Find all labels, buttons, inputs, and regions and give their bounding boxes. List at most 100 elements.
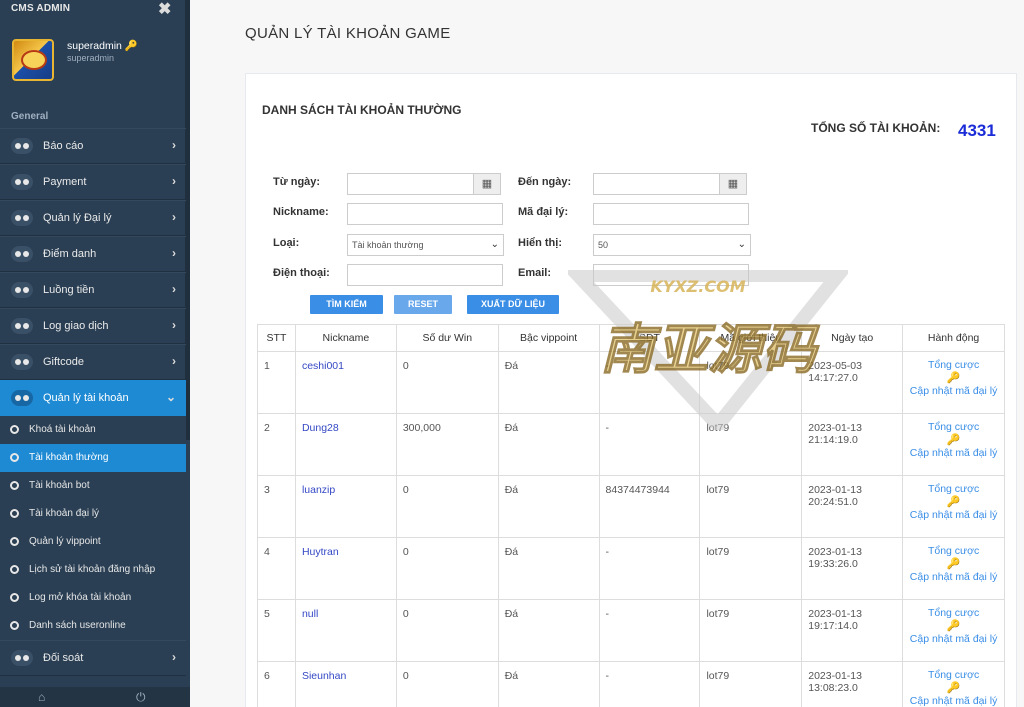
total-bet-link[interactable]: Tổng cược <box>907 483 1000 496</box>
row-stt: 5 <box>257 599 296 662</box>
key-icon: 🔑 <box>124 40 138 52</box>
section-title: General <box>11 111 49 122</box>
update-agent-link[interactable]: Cập nhật mã đại lý <box>907 447 1000 460</box>
submenu-item-tai-khoan-thuong[interactable]: Tài khoản thường <box>0 444 186 472</box>
sidebar-item-diem-danh[interactable]: Điểm danh › <box>0 236 186 272</box>
column-header: Nickname <box>294 324 397 352</box>
row-win-balance: 0 <box>395 599 499 662</box>
sidebar: CMS ADMIN ✖ superadmin 🔑 superadmin Gene… <box>0 0 190 707</box>
sidebar-item-label: Luồng tiền <box>43 284 95 296</box>
gamepad-icon <box>11 138 33 154</box>
update-agent-link[interactable]: Cập nhật mã đại lý <box>907 509 1000 522</box>
circle-icon <box>10 453 19 462</box>
update-agent-link[interactable]: Cập nhật mã đại lý <box>907 633 1000 646</box>
row-win-balance: 0 <box>395 351 499 414</box>
sidebar-item-giftcode[interactable]: Giftcode › <box>0 344 186 380</box>
key-icon: 🔑 <box>946 558 961 570</box>
row-created: 2023-01-13 13:08:23.0 <box>801 661 904 707</box>
submenu-item-tai-khoan-dai-ly[interactable]: Tài khoản đại lý <box>0 500 186 528</box>
submenu-item-tai-khoan-bot[interactable]: Tài khoản bot <box>0 472 186 500</box>
submenu-item-lich-su-dang-nhap[interactable]: Lịch sử tài khoản đăng nhập <box>0 556 186 584</box>
row-nickname[interactable]: Sieunhan <box>294 661 397 707</box>
column-header: SDT <box>598 324 701 352</box>
row-created: 2023-01-13 19:33:26.0 <box>801 537 904 600</box>
calendar-icon[interactable]: ▦ <box>719 173 747 195</box>
update-agent-link[interactable]: Cập nhật mã đại lý <box>907 695 1000 707</box>
row-referral: lot79 <box>699 599 803 662</box>
submenu-item-log-mo-khoa[interactable]: Log mở khóa tài khoản <box>0 584 186 612</box>
sidebar-item-log-giao-dich[interactable]: Log giao dịch › <box>0 308 186 344</box>
total-bet-link[interactable]: Tổng cược <box>907 359 1000 372</box>
row-actions: Tổng cược 🔑 Cập nhật mã đại lý <box>902 475 1005 538</box>
row-stt: 3 <box>257 475 296 538</box>
row-phone: - <box>598 413 701 476</box>
total-bet-link[interactable]: Tổng cược <box>907 669 1000 682</box>
avatar <box>12 39 54 81</box>
row-referral: lot79 <box>699 661 803 707</box>
calendar-icon[interactable]: ▦ <box>473 173 501 195</box>
sidebar-item-bao-cao[interactable]: Báo cáo › <box>0 128 186 164</box>
submenu-item-useronline[interactable]: Danh sách useronline <box>0 612 186 640</box>
type-select[interactable]: Tài khoản thường ⌄ <box>347 234 504 256</box>
column-header: STT <box>257 324 296 352</box>
row-nickname[interactable]: Dung28 <box>294 413 397 476</box>
row-win-balance: 0 <box>395 661 499 707</box>
circle-icon <box>10 621 19 630</box>
sidebar-item-doi-soat[interactable]: Đối soát › <box>0 640 186 676</box>
circle-icon <box>10 537 19 546</box>
reset-button[interactable]: RESET <box>394 295 452 314</box>
home-icon[interactable]: ⌂ <box>38 690 45 704</box>
show-select[interactable]: 50 ⌄ <box>593 234 751 256</box>
phone-input[interactable] <box>347 264 503 286</box>
submenu-item-khoa-tai-khoan[interactable]: Khoá tài khoản <box>0 416 186 444</box>
chevron-down-icon: ⌄ <box>737 239 746 250</box>
row-created: 2023-01-13 19:17:14.0 <box>801 599 904 662</box>
email-input[interactable] <box>593 264 749 286</box>
row-referral: lot79 <box>699 413 803 476</box>
key-icon: 🔑 <box>946 682 961 694</box>
total-bet-link[interactable]: Tổng cược <box>907 421 1000 434</box>
export-button[interactable]: XUẤT DỮ LIỆU <box>467 295 559 314</box>
type-label: Loại: <box>273 237 300 249</box>
update-agent-link[interactable]: Cập nhật mã đại lý <box>907 385 1000 398</box>
sidebar-item-label: Payment <box>43 176 87 188</box>
row-nickname[interactable]: Huytran <box>294 537 397 600</box>
row-phone: - <box>598 599 701 662</box>
total-bet-link[interactable]: Tổng cược <box>907 545 1000 558</box>
circle-icon <box>10 481 19 490</box>
to-date-input[interactable] <box>593 173 720 195</box>
row-nickname[interactable]: ceshi001 <box>294 351 397 414</box>
column-header: Mã giới thiệu <box>699 324 803 352</box>
power-icon[interactable]: ⏻ <box>136 690 146 705</box>
app-title: CMS ADMIN <box>11 3 71 14</box>
page-title: QUẢN LÝ TÀI KHOẢN GAME <box>245 25 451 42</box>
nickname-label: Nickname: <box>273 206 329 218</box>
sidebar-item-quan-ly-tai-khoan[interactable]: Quản lý tài khoản ⌄ <box>0 380 186 416</box>
sidebar-item-payment[interactable]: Payment › <box>0 164 186 200</box>
total-bet-link[interactable]: Tổng cược <box>907 607 1000 620</box>
from-date-label: Từ ngày: <box>273 176 321 188</box>
nickname-input[interactable] <box>347 203 503 225</box>
search-button[interactable]: TÌM KIẾM <box>310 295 383 314</box>
profile-name: superadmin <box>67 40 122 52</box>
agent-code-input[interactable] <box>593 203 749 225</box>
row-phone: - <box>598 351 701 414</box>
update-agent-link[interactable]: Cập nhật mã đại lý <box>907 571 1000 584</box>
agent-code-label: Mã đại lý: <box>518 206 569 218</box>
row-vippoint: Đá <box>497 413 600 476</box>
from-date-input[interactable] <box>347 173 474 195</box>
row-win-balance: 300,000 <box>395 413 499 476</box>
row-actions: Tổng cược 🔑 Cập nhật mã đại lý <box>902 351 1005 414</box>
row-actions: Tổng cược 🔑 Cập nhật mã đại lý <box>902 413 1005 476</box>
close-icon[interactable]: ✖ <box>158 0 171 19</box>
phone-label: Điện thoại: <box>273 267 330 279</box>
gamepad-icon <box>11 390 33 406</box>
profile-subtitle: superadmin <box>67 53 115 63</box>
column-header: Ngày tạo <box>801 324 904 352</box>
row-nickname[interactable]: null <box>294 599 397 662</box>
row-nickname[interactable]: luanzip <box>294 475 397 538</box>
sidebar-item-quan-ly-dai-ly[interactable]: Quản lý Đại lý › <box>0 200 186 236</box>
submenu-item-quan-ly-vippoint[interactable]: Quản lý vippoint <box>0 528 186 556</box>
sidebar-item-luong-tien[interactable]: Luồng tiền › <box>0 272 186 308</box>
panel-title: DANH SÁCH TÀI KHOẢN THƯỜNG <box>262 103 462 117</box>
